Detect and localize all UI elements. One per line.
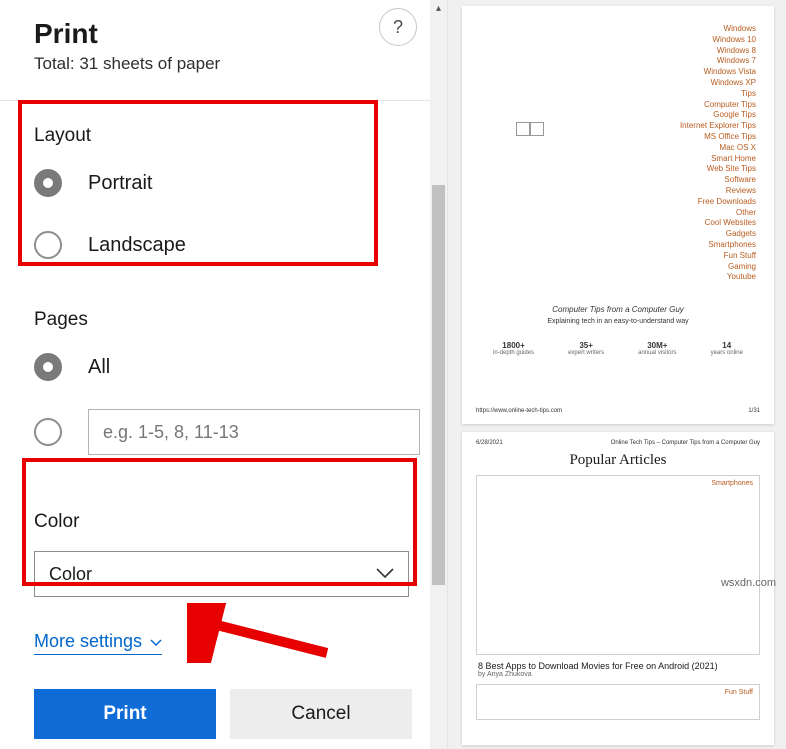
print-settings-panel: Print Total: 31 sheets of paper ? Layout…	[0, 0, 448, 749]
preview-link-item: Computer Tips	[476, 100, 756, 111]
help-icon: ?	[393, 17, 403, 38]
help-button[interactable]: ?	[379, 8, 417, 46]
image-placeholder-icon	[516, 122, 544, 136]
preview-link-item: Software	[476, 175, 756, 186]
preview-article-card: Fun Stuff	[476, 684, 760, 720]
chevron-down-icon	[150, 631, 162, 652]
preview-category-tag: Smartphones	[711, 480, 753, 487]
preview-article-card: Smartphones	[476, 475, 760, 655]
preview-stat: 1800+in-depth guides	[493, 341, 534, 356]
preview-link-item: Tips	[476, 89, 756, 100]
radio-unselected-icon	[34, 418, 62, 446]
pages-all-option[interactable]: All	[34, 353, 431, 381]
preview-stat: 14years online	[711, 341, 743, 356]
preview-article-title: 8 Best Apps to Download Movies for Free …	[478, 661, 760, 671]
preview-link-item: Youtube	[476, 272, 756, 283]
more-settings-label: More settings	[34, 631, 142, 652]
preview-link-item: Gaming	[476, 262, 756, 273]
preview-date: 6/28/2021	[476, 440, 503, 446]
preview-tagline: Computer Tips from a Computer Guy	[476, 305, 760, 314]
radio-selected-icon	[34, 353, 62, 381]
preview-link-item: Smart Home	[476, 154, 756, 165]
preview-link-item: Free Downloads	[476, 197, 756, 208]
watermark: wsxdn.com	[721, 577, 776, 589]
scroll-thumb[interactable]	[432, 185, 445, 585]
annotation-highlight	[18, 100, 378, 266]
pages-all-label: All	[88, 356, 110, 379]
cancel-button[interactable]: Cancel	[230, 689, 412, 739]
preview-link-item: Windows Vista	[476, 67, 756, 78]
annotation-highlight	[22, 458, 417, 586]
preview-link-item: Windows 7	[476, 56, 756, 67]
preview-page-number: 1/31	[748, 408, 760, 414]
preview-page-1: WindowsWindows 10Windows 8Windows 7Windo…	[462, 6, 774, 424]
preview-link-item: Fun Stuff	[476, 251, 756, 262]
scrollbar[interactable]: ▴	[430, 0, 447, 749]
preview-link-item: Windows XP	[476, 78, 756, 89]
preview-link-item: Web Site Tips	[476, 164, 756, 175]
preview-url: https://www.online-tech-tips.com	[476, 408, 562, 414]
total-sheets: Total: 31 sheets of paper	[34, 54, 413, 74]
preview-link-item: Mac OS X	[476, 143, 756, 154]
preview-stat: 35+expert writers	[568, 341, 604, 356]
preview-link-item: Windows	[476, 24, 756, 35]
pages-label: Pages	[34, 309, 431, 331]
preview-link-item: Reviews	[476, 186, 756, 197]
print-preview-panel: WindowsWindows 10Windows 8Windows 7Windo…	[448, 0, 786, 749]
scroll-up-icon[interactable]: ▴	[430, 0, 447, 17]
preview-stat: 30M+annual visitors	[638, 341, 676, 356]
print-button[interactable]: Print	[34, 689, 216, 739]
preview-nav-links: WindowsWindows 10Windows 8Windows 7Windo…	[476, 24, 756, 283]
preview-doc-title: Online Tech Tips – Computer Tips from a …	[611, 440, 760, 446]
pages-custom-option[interactable]	[34, 409, 431, 455]
preview-link-item: Windows 8	[476, 46, 756, 57]
preview-link-item: Other	[476, 208, 756, 219]
page-title: Print	[34, 18, 413, 50]
preview-category-tag: Fun Stuff	[725, 689, 753, 696]
preview-link-item: Smartphones	[476, 240, 756, 251]
preview-article-author: by Anya Zhukova	[478, 671, 760, 678]
preview-link-item: Google Tips	[476, 110, 756, 121]
preview-link-item: Gadgets	[476, 229, 756, 240]
preview-link-item: Cool Websites	[476, 218, 756, 229]
preview-heading: Popular Articles	[476, 452, 760, 469]
preview-link-item: Windows 10	[476, 35, 756, 46]
more-settings-link[interactable]: More settings	[34, 631, 162, 655]
preview-subtag: Explaining tech in an easy-to-understand…	[476, 318, 760, 325]
preview-stats: 1800+in-depth guides 35+expert writers 30M…	[476, 341, 760, 356]
page-range-input[interactable]	[88, 409, 420, 455]
